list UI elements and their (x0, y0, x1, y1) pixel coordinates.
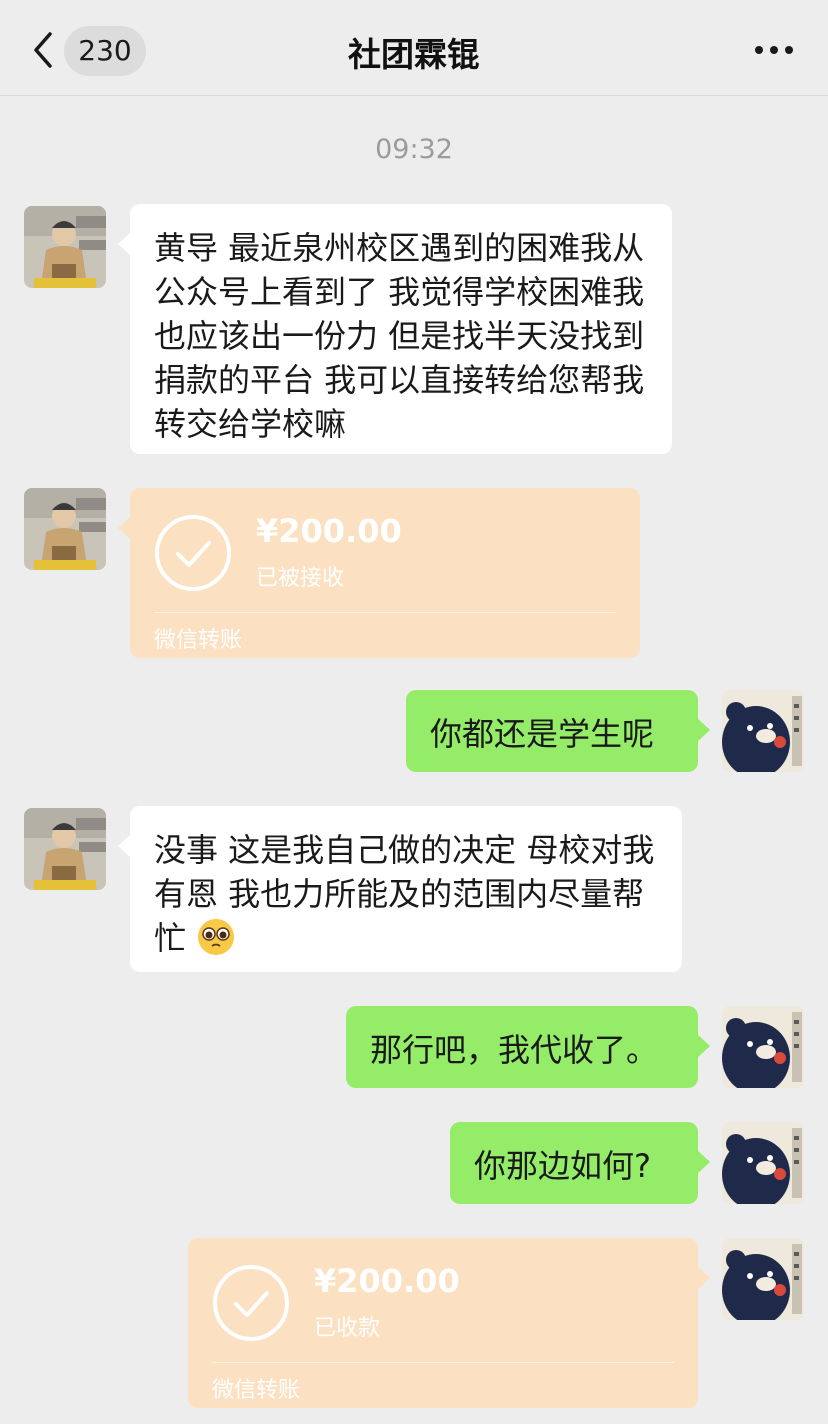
transfer-label: 微信转账 (212, 1378, 301, 1403)
contact-avatar[interactable] (24, 488, 106, 570)
my-avatar[interactable] (722, 1006, 804, 1088)
message-text: 你那边如何? (474, 1147, 651, 1185)
message-bubble-incoming[interactable]: 没事 这是我自己做的决定 母校对我有恩 我也力所能及的范围内尽量帮忙 (118, 806, 682, 972)
chevron-left-icon (34, 32, 52, 68)
message-bubble-incoming[interactable]: 黄导 最近泉州校区遇到的困难我从公众号上看到了 我觉得学校困难我也应该出一份力 … (118, 204, 672, 454)
transfer-amount: ¥200.00 (314, 1262, 460, 1300)
message-bubble-outgoing[interactable]: 你都还是学生呢 (406, 690, 710, 772)
back-button[interactable] (26, 30, 62, 70)
transfer-card-outgoing[interactable]: ¥200.00 已收款 微信转账 (188, 1238, 710, 1408)
message-text: 那行吧，我代收了。 (370, 1031, 659, 1069)
more-dots-icon (755, 46, 793, 54)
more-button[interactable] (754, 36, 794, 64)
check-circle-icon (155, 515, 231, 591)
check-circle-icon (213, 1265, 289, 1341)
contact-avatar[interactable] (24, 808, 106, 890)
transfer-divider (154, 612, 616, 613)
message-text: 黄导 最近泉州校区遇到的困难我从公众号上看到了 我觉得学校困难我也应该出一份力 … (154, 229, 645, 443)
my-avatar[interactable] (722, 1122, 804, 1204)
message-bubble-outgoing[interactable]: 那行吧，我代收了。 (346, 1006, 710, 1088)
pleading-face-emoji-icon (198, 919, 235, 955)
message-text: 你都还是学生呢 (430, 715, 655, 753)
transfer-status: 已收款 (314, 1316, 381, 1341)
transfer-card-incoming[interactable]: ¥200.00 已被接收 微信转账 (118, 488, 640, 658)
transfer-status: 已被接收 (256, 566, 345, 591)
transfer-divider (212, 1362, 674, 1363)
message-timestamp: 09:32 (375, 134, 453, 165)
message-bubble-outgoing[interactable]: 你那边如何? (450, 1122, 710, 1204)
transfer-amount: ¥200.00 (256, 512, 402, 550)
chat-header: 230 社团霖锟 (0, 0, 828, 96)
transfer-label: 微信转账 (154, 628, 243, 653)
my-avatar[interactable] (722, 1238, 804, 1320)
unread-count-badge[interactable]: 230 (64, 26, 146, 76)
my-avatar[interactable] (722, 690, 804, 772)
contact-avatar[interactable] (24, 206, 106, 288)
